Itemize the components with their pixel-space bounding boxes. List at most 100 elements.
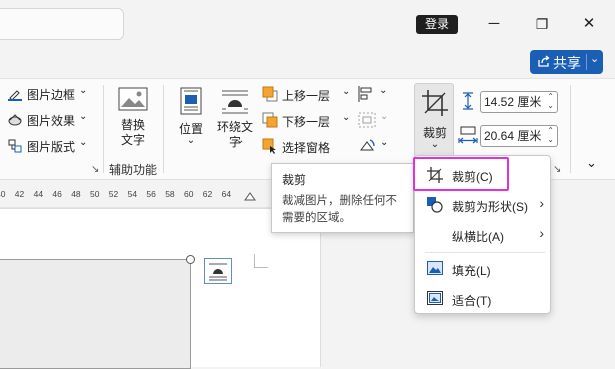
- group-button[interactable]: ⌄: [358, 111, 388, 131]
- chevron-down-icon: ⌄: [380, 111, 389, 122]
- picture-layout-label: 图片版式: [27, 140, 76, 154]
- menu-item-aspect-ratio[interactable]: 纵横比(A) ›: [415, 220, 552, 250]
- crop-to-shape-icon: [427, 197, 443, 213]
- dialog-launcher-icon[interactable]: ↘: [553, 164, 561, 175]
- group-icon: [358, 112, 376, 128]
- menu-item-label: 裁剪为形状(S): [452, 200, 528, 214]
- tooltip-title: 裁剪: [282, 173, 307, 187]
- menu-item-crop-to-shape[interactable]: 裁剪为形状(S) ›: [415, 190, 552, 220]
- ruler-tick-label: 54: [127, 189, 138, 199]
- collapse-ribbon-icon[interactable]: ⌄: [586, 155, 597, 171]
- share-label: 共享: [553, 55, 581, 71]
- picture-effect-icon: [8, 114, 22, 126]
- menu-separator: [425, 252, 545, 253]
- share-button[interactable]: 共享 ⌄: [530, 50, 603, 74]
- position-button[interactable]: 位置 ⌄: [174, 85, 208, 151]
- chevron-down-icon: ⌄: [380, 137, 389, 148]
- chevron-down-icon: ⌄: [79, 85, 88, 96]
- ruler-tick-label: 62: [202, 189, 213, 199]
- selected-image[interactable]: [0, 259, 191, 369]
- resize-handle[interactable]: [186, 255, 195, 264]
- spinner-icon[interactable]: ⌃ ⌄: [547, 92, 554, 110]
- send-backward-icon: [262, 112, 278, 128]
- ruler-tick-label: 50: [90, 189, 100, 199]
- chevron-right-icon: ›: [539, 195, 544, 211]
- chevron-down-icon: ⌄: [79, 137, 88, 148]
- ruler-tick-label: 42: [14, 189, 25, 199]
- height-icon: [463, 92, 473, 110]
- send-backward-label: 下移一层: [282, 115, 331, 129]
- height-value: 14.52 厘米: [484, 95, 542, 109]
- chevron-down-icon: ⌄: [342, 86, 351, 97]
- wrap-text-button[interactable]: 环绕文 字 ⌄: [214, 85, 256, 151]
- chevron-down-icon: ⌄: [430, 139, 440, 150]
- minimize-button[interactable]: ─: [481, 12, 507, 36]
- divider: [103, 85, 104, 173]
- menu-item-label: 填充(L): [452, 264, 491, 278]
- ruler-tick-label: 64: [221, 189, 232, 199]
- width-icon: [458, 126, 478, 144]
- bring-forward-icon: [262, 86, 278, 102]
- tooltip-body: 裁减图片，删除任何不需要的区域。: [282, 195, 397, 224]
- chevron-down-icon: ⌄: [186, 135, 196, 146]
- ruler-tick-label: 56: [146, 189, 156, 199]
- menu-item-fit[interactable]: 适合(T): [415, 284, 552, 314]
- align-button[interactable]: ⌄: [357, 85, 387, 105]
- share-icon: [538, 55, 550, 67]
- rotate-button[interactable]: ⌄: [358, 137, 388, 157]
- rotate-icon: [360, 139, 375, 151]
- wrap-text-label: 环绕文 字: [216, 120, 253, 149]
- dialog-launcher-icon[interactable]: ↘: [91, 164, 99, 175]
- margin-corner-mark: [254, 254, 268, 268]
- ruler-tick-label: 52: [108, 189, 119, 199]
- indent-marker-icon[interactable]: [244, 191, 256, 201]
- chevron-down-icon: ⌄: [342, 112, 351, 123]
- search-box[interactable]: [0, 8, 124, 40]
- highlight-frame: [413, 157, 509, 191]
- crop-tooltip: 裁剪 裁减图片，删除任何不需要的区域。: [271, 163, 414, 233]
- wrap-text-icon: [222, 90, 248, 114]
- selection-pane-icon: [262, 138, 276, 154]
- picture-effect-label: 图片效果: [27, 114, 76, 128]
- crop-icon: [422, 90, 448, 116]
- ruler-tick-label: 44: [33, 189, 44, 199]
- ruler-tick-label: 40: [0, 189, 6, 199]
- ruler-tick-label: 60: [184, 189, 194, 199]
- divider: [163, 85, 164, 173]
- ruler-tick-label: 48: [71, 189, 81, 199]
- chevron-right-icon: ›: [539, 225, 544, 241]
- ruler-tick-label: 58: [165, 189, 175, 199]
- alt-text-label: 替换 文字: [120, 118, 145, 147]
- picture-layout-icon: [8, 139, 22, 153]
- alt-text-icon: [118, 87, 148, 111]
- menu-item-label: 适合(T): [452, 294, 492, 308]
- menu-item-label: 纵横比(A): [452, 230, 504, 244]
- menu-item-fill[interactable]: 填充(L): [415, 254, 552, 284]
- chevron-down-icon: ⌄: [79, 111, 88, 122]
- chevron-down-icon[interactable]: ⌄: [590, 52, 599, 65]
- login-button[interactable]: 登录: [416, 15, 458, 34]
- divider: [570, 85, 571, 173]
- fit-icon: [427, 291, 443, 305]
- fill-icon: [427, 261, 443, 275]
- accessibility-group-label: 辅助功能: [109, 163, 158, 177]
- width-value: 20.64 厘米: [484, 129, 542, 143]
- selection-pane-label: 选择窗格: [282, 141, 331, 155]
- spinner-icon[interactable]: ⌃ ⌄: [547, 126, 554, 144]
- align-icon: [358, 86, 372, 102]
- picture-border-icon: [8, 90, 22, 101]
- layout-options-icon[interactable]: [204, 258, 232, 284]
- crop-button[interactable]: 裁剪 ⌄: [414, 83, 454, 161]
- restore-button[interactable]: ❐: [529, 12, 555, 36]
- chevron-down-icon: ⌄: [236, 135, 245, 146]
- ruler-tick-label: 46: [52, 189, 62, 199]
- close-button[interactable]: ✕: [576, 12, 602, 36]
- width-input[interactable]: 20.64 厘米 ⌃ ⌄: [480, 125, 558, 147]
- position-icon: [180, 87, 202, 115]
- bring-forward-label: 上移一层: [282, 89, 331, 103]
- picture-border-label: 图片边框: [27, 88, 76, 102]
- alt-text-button[interactable]: 替换 文字: [110, 85, 156, 151]
- height-input[interactable]: 14.52 厘米 ⌃ ⌄: [480, 91, 558, 113]
- share-divider: [586, 54, 587, 70]
- chevron-down-icon: ⌄: [379, 85, 388, 96]
